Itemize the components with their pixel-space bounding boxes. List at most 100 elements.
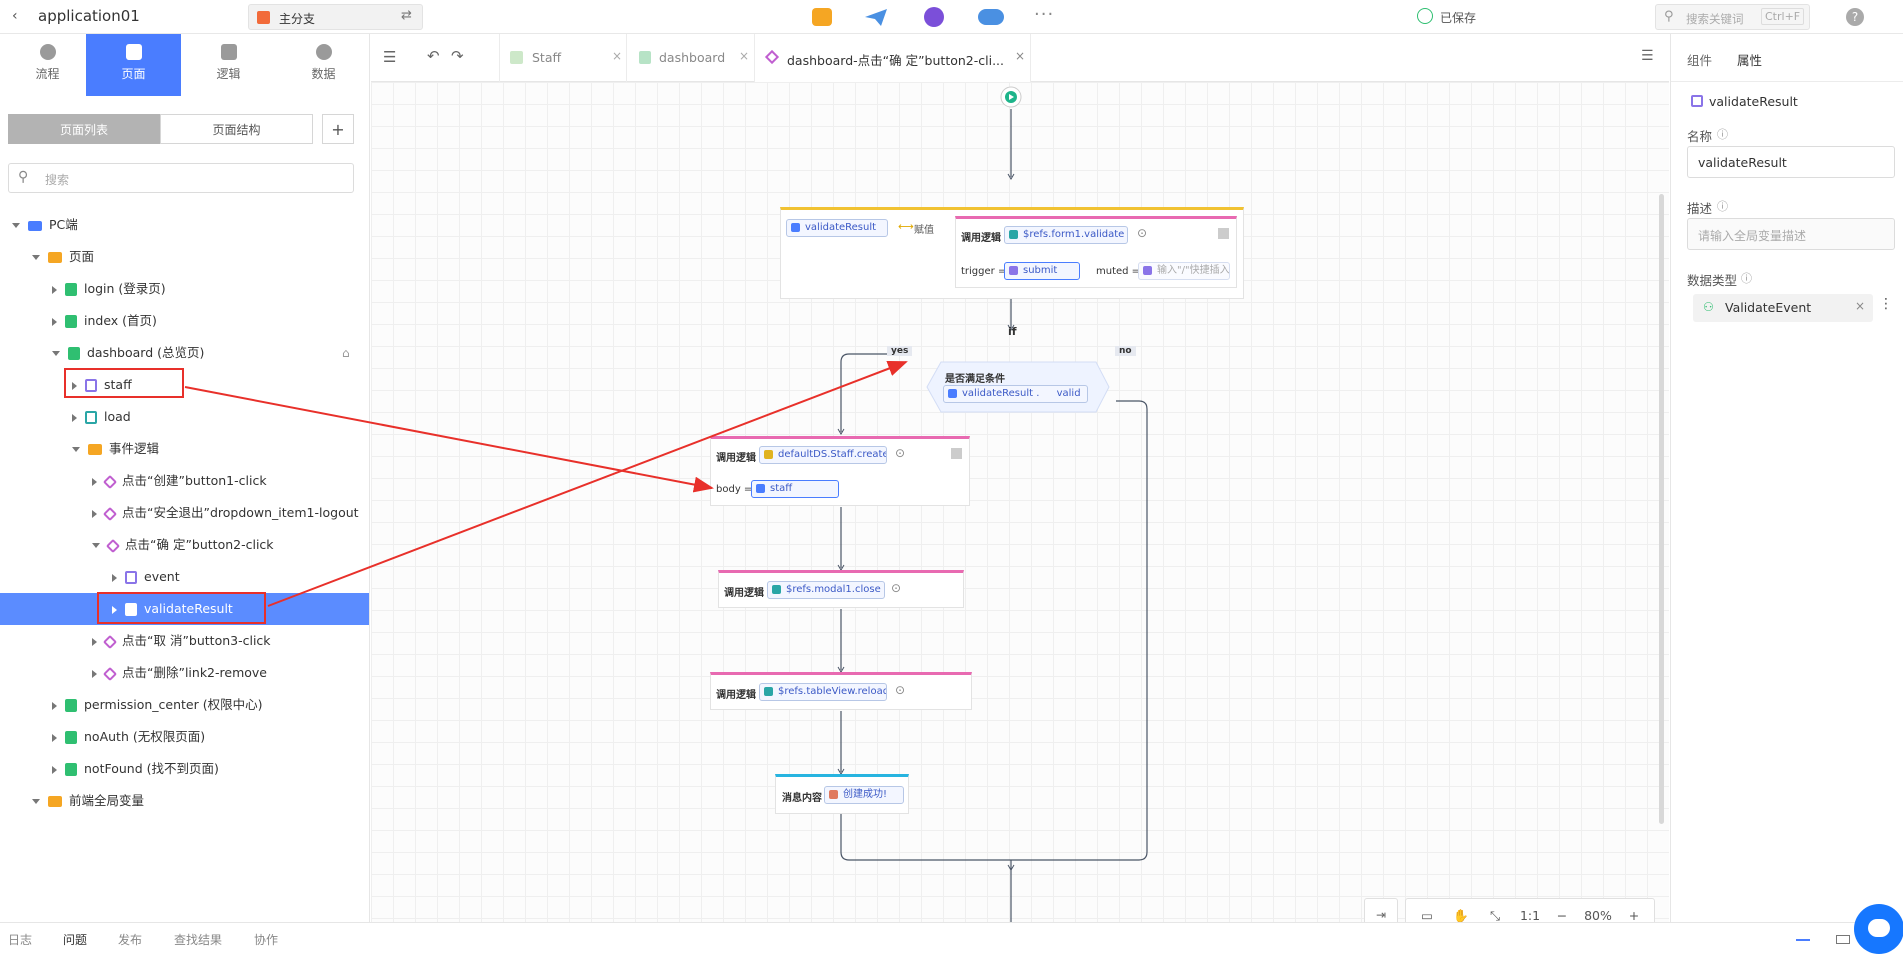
name-field[interactable]: validateResult xyxy=(1687,146,1895,178)
tab-dashboard[interactable]: dashboard × xyxy=(627,34,755,82)
expand-icon[interactable] xyxy=(52,317,57,326)
message-node[interactable]: 消息内容 创建成功! xyxy=(775,774,909,814)
clear-type-icon[interactable]: × xyxy=(1855,299,1865,313)
desc-field[interactable]: 请输入全局变量描述 xyxy=(1687,218,1895,250)
tree-item-global-vars[interactable]: 前端全局变量 xyxy=(0,785,369,817)
validate-logic-pill[interactable]: $refs.form1.validate xyxy=(1004,226,1128,244)
zoom-out-button[interactable]: − xyxy=(1552,899,1572,922)
expand-icon[interactable] xyxy=(92,477,97,486)
tree-item-event-logic[interactable]: 事件逻辑 xyxy=(0,433,369,465)
collapse-icon[interactable] xyxy=(72,447,80,452)
tree-item-noauth[interactable]: noAuth (无权限页面) xyxy=(0,721,369,753)
tree-item-load[interactable]: load xyxy=(0,401,369,433)
help-icon[interactable]: ? xyxy=(1846,8,1864,26)
merge-icon[interactable] xyxy=(924,7,944,27)
locate-icon[interactable]: ⊙ xyxy=(895,683,905,697)
create-call-node[interactable]: 调用逻辑 defaultDS.Staff.create ⊙ body = sta… xyxy=(710,436,970,506)
expand-icon[interactable] xyxy=(92,509,97,518)
tab-data[interactable]: 数据 xyxy=(276,34,371,96)
expand-icon[interactable] xyxy=(72,413,77,422)
condition-var-pill[interactable]: validateResult . valid xyxy=(943,385,1088,403)
fit-screen-icon[interactable]: ⤡ xyxy=(1482,899,1508,922)
tree-item-permission-center[interactable]: permission_center (权限中心) xyxy=(0,689,369,721)
tab-logic[interactable]: 逻辑 xyxy=(181,34,276,96)
tab-page-structure[interactable]: 页面结构 xyxy=(160,114,313,144)
locate-icon[interactable]: ⊙ xyxy=(895,446,905,460)
tab-page-list[interactable]: 页面列表 xyxy=(8,114,160,144)
toggle-sidebar-icon[interactable]: ☰ xyxy=(383,48,396,66)
validate-call-node[interactable]: 调用逻辑 $refs.form1.validate ⊙ trigger = su… xyxy=(955,216,1237,288)
tree-search[interactable]: ⚲ 搜索 xyxy=(8,163,354,193)
tree-item-button2-click[interactable]: 点击“确 定”button2-click xyxy=(0,529,369,561)
collapse-node-icon[interactable] xyxy=(951,448,962,459)
type-selector[interactable]: ⚇ ValidateEvent × xyxy=(1693,294,1873,322)
ratio-button[interactable]: 1:1 xyxy=(1516,899,1544,922)
tab-search-results[interactable]: 查找结果 xyxy=(174,923,222,957)
app-name[interactable]: application01 xyxy=(38,7,140,25)
tree-item-button3-click[interactable]: 点击“取 消”button3-click xyxy=(0,625,369,657)
minimap-icon[interactable]: ▭ xyxy=(1414,899,1440,922)
modal-close-pill[interactable]: $refs.modal1.close xyxy=(767,581,885,599)
create-logic-pill[interactable]: defaultDS.Staff.create xyxy=(759,446,887,464)
tab-logic-editor[interactable]: dashboard-点击“确 定”button2-cli... × xyxy=(755,34,1031,82)
redo-icon[interactable]: ↷ xyxy=(451,47,464,65)
back-icon[interactable]: ‹ xyxy=(12,8,18,24)
expand-icon[interactable] xyxy=(112,573,117,582)
collapse-node-icon[interactable] xyxy=(1218,228,1229,239)
global-search[interactable]: ⚲ 搜索关键词 Ctrl+F xyxy=(1655,4,1810,30)
tree-item-login[interactable]: login (登录页) xyxy=(0,273,369,305)
collapse-icon[interactable] xyxy=(32,799,40,804)
more-icon[interactable]: ··· xyxy=(1034,4,1054,25)
tree-item-button1-click[interactable]: 点击“创建”button1-click xyxy=(0,465,369,497)
message-value-pill[interactable]: 创建成功! xyxy=(824,786,904,804)
table-reload-node[interactable]: 调用逻辑 $refs.tableView.reload ⊙ xyxy=(710,672,972,710)
expand-icon[interactable] xyxy=(52,733,57,742)
tab-components[interactable]: 组件 xyxy=(1687,50,1712,69)
minimize-panel-icon[interactable] xyxy=(1796,939,1810,941)
chat-button[interactable] xyxy=(1854,904,1903,954)
tab-staff[interactable]: Staff × xyxy=(499,34,627,82)
tree-item-logout[interactable]: 点击“安全退出”dropdown_item1-logout xyxy=(0,497,369,529)
assign-op-label[interactable]: 赋值 xyxy=(914,221,934,236)
tab-issues[interactable]: 问题 xyxy=(63,923,87,957)
close-icon[interactable]: × xyxy=(1015,49,1025,63)
collapse-icon[interactable] xyxy=(92,543,100,548)
muted-input[interactable]: 输入"/"快捷插入 xyxy=(1138,262,1230,280)
add-page-button[interactable]: + xyxy=(322,114,354,144)
maximize-panel-icon[interactable] xyxy=(1836,935,1850,944)
collapse-icon[interactable] xyxy=(12,223,20,228)
tree-item-pc[interactable]: PC端 xyxy=(0,209,369,241)
locate-icon[interactable]: ⊙ xyxy=(891,581,901,595)
tab-publish[interactable]: 发布 xyxy=(118,923,142,957)
outline-icon[interactable]: ☰ xyxy=(1641,48,1654,64)
hand-icon[interactable]: ✋ xyxy=(1448,899,1474,922)
tab-process[interactable]: 流程 xyxy=(0,34,95,96)
expand-icon[interactable] xyxy=(52,285,57,294)
preview-icon[interactable] xyxy=(812,8,832,26)
collapse-icon[interactable] xyxy=(52,351,60,356)
home-icon[interactable]: ⌂ xyxy=(342,337,350,369)
assign-node[interactable]: validateResult ⟷ 赋值 调用逻辑 $refs.form1.val… xyxy=(780,207,1244,299)
modal-close-node[interactable]: 调用逻辑 $refs.modal1.close ⊙ xyxy=(718,570,964,608)
tab-page[interactable]: 页面 xyxy=(86,34,181,96)
switch-branch-icon[interactable]: ⇄ xyxy=(401,8,412,23)
expand-icon[interactable] xyxy=(52,765,57,774)
tree-item-validateresult[interactable]: validateResult xyxy=(0,593,369,625)
table-reload-pill[interactable]: $refs.tableView.reload xyxy=(759,683,887,701)
logic-canvas[interactable]: ☰ ↶ ↷ Staff × dashboard × dashboard-点击“确… xyxy=(371,34,1669,922)
assign-target-pill[interactable]: validateResult xyxy=(786,219,888,237)
tab-properties[interactable]: 属性 xyxy=(1737,50,1762,69)
expand-icon[interactable] xyxy=(52,701,57,710)
expand-icon[interactable] xyxy=(72,381,77,390)
trigger-value-pill[interactable]: submit xyxy=(1004,262,1080,280)
tab-collaboration[interactable]: 协作 xyxy=(254,923,278,957)
tree-item-index[interactable]: index (首页) xyxy=(0,305,369,337)
vertical-scrollbar[interactable] xyxy=(1659,194,1664,824)
zoom-in-button[interactable]: + xyxy=(1624,899,1644,922)
undo-icon[interactable]: ↶ xyxy=(427,47,440,65)
collapse-panel-button[interactable]: ⇥ xyxy=(1364,898,1398,922)
body-value-pill[interactable]: staff xyxy=(751,480,839,498)
close-icon[interactable]: × xyxy=(739,49,749,63)
expand-icon[interactable] xyxy=(112,605,117,614)
tree-item-staff[interactable]: staff xyxy=(0,369,369,401)
